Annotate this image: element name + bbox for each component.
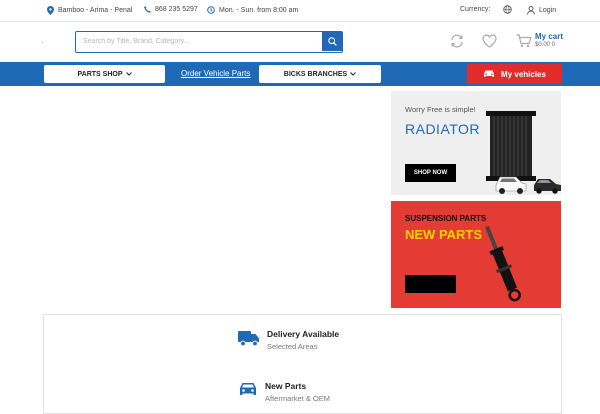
radiator-cars-image xyxy=(486,111,561,194)
order-vehicle-parts-link[interactable]: Order Vehicle Parts xyxy=(181,69,250,78)
map-pin-icon xyxy=(47,6,54,15)
bicks-branches-label: BICKS BRANCHES xyxy=(283,70,348,78)
shock-absorber-image xyxy=(485,225,521,302)
features-panel: Delivery Available Selected Areas New Pa… xyxy=(43,314,562,414)
login-label: Login xyxy=(539,7,557,14)
cart-icon[interactable] xyxy=(516,34,532,53)
phone-text: 868 235 5297 xyxy=(155,6,198,13)
parts-shop-dropdown[interactable]: PARTS SHOP xyxy=(44,65,165,83)
phone-info[interactable]: 868 235 5297 xyxy=(144,6,198,13)
currency-label: Currency: xyxy=(460,6,491,13)
radiator-banner[interactable]: Worry Free is simple! RADIATOR SHOP NOW xyxy=(391,91,561,195)
globe-icon[interactable] xyxy=(503,5,512,14)
chevron-down-icon xyxy=(350,71,357,78)
feature-title: Delivery Available xyxy=(267,329,340,339)
suspension-banner[interactable]: SUSPENSION PARTS NEW PARTS xyxy=(391,201,561,308)
search-button[interactable] xyxy=(322,32,342,51)
logo[interactable]: · xyxy=(41,38,44,47)
cart-summary: $0.00 0 xyxy=(535,42,556,48)
site-header: · My cart $0.00 0 xyxy=(0,22,600,62)
bicks-branches-dropdown[interactable]: BICKS BRANCHES xyxy=(259,65,381,83)
user-icon xyxy=(527,6,535,15)
cart-label[interactable]: My cart xyxy=(535,32,563,41)
feature-title: New Parts xyxy=(265,381,307,391)
shop-now-button[interactable]: SHOP NOW xyxy=(405,164,456,182)
heart-icon[interactable] xyxy=(482,34,497,53)
clock-icon xyxy=(207,6,215,14)
phone-icon xyxy=(144,6,151,13)
radiator-tagline: Worry Free is simple! xyxy=(405,105,476,114)
hours-info: Mon. - Sun. from 8:00 am xyxy=(207,6,298,14)
search-bar xyxy=(75,31,343,53)
my-vehicles-label: My vehicles xyxy=(501,69,546,79)
compare-icon[interactable] xyxy=(449,33,465,54)
chevron-down-icon xyxy=(125,71,132,78)
car-icon xyxy=(483,69,495,80)
parts-shop-label: PARTS SHOP xyxy=(77,70,123,78)
car-icon xyxy=(238,381,258,402)
truck-icon xyxy=(238,329,260,352)
location-text: Bamboo - Arima - Penal xyxy=(58,7,133,14)
main-nav: PARTS SHOP Order Vehicle Parts BICKS BRA… xyxy=(0,62,600,86)
radiator-title: RADIATOR xyxy=(405,121,481,137)
top-info-bar: Bamboo - Arima - Penal 868 235 5297 Mon.… xyxy=(0,0,600,22)
feature-text: Delivery Available Selected Areas xyxy=(267,329,339,351)
hours-text: Mon. - Sun. from 8:00 am xyxy=(219,6,299,14)
feature-subtitle: Selected Areas xyxy=(267,342,318,351)
suspension-shop-button[interactable] xyxy=(405,275,456,293)
my-vehicles-button[interactable]: My vehicles xyxy=(467,64,562,84)
search-icon xyxy=(327,33,337,51)
feature-delivery: Delivery Available Selected Areas xyxy=(238,329,339,352)
feature-subtitle: Aftermarket & OEM xyxy=(265,394,331,403)
search-input[interactable] xyxy=(76,32,322,51)
login-link[interactable]: Login xyxy=(527,6,556,15)
location-info[interactable]: Bamboo - Arima - Penal xyxy=(47,6,132,15)
